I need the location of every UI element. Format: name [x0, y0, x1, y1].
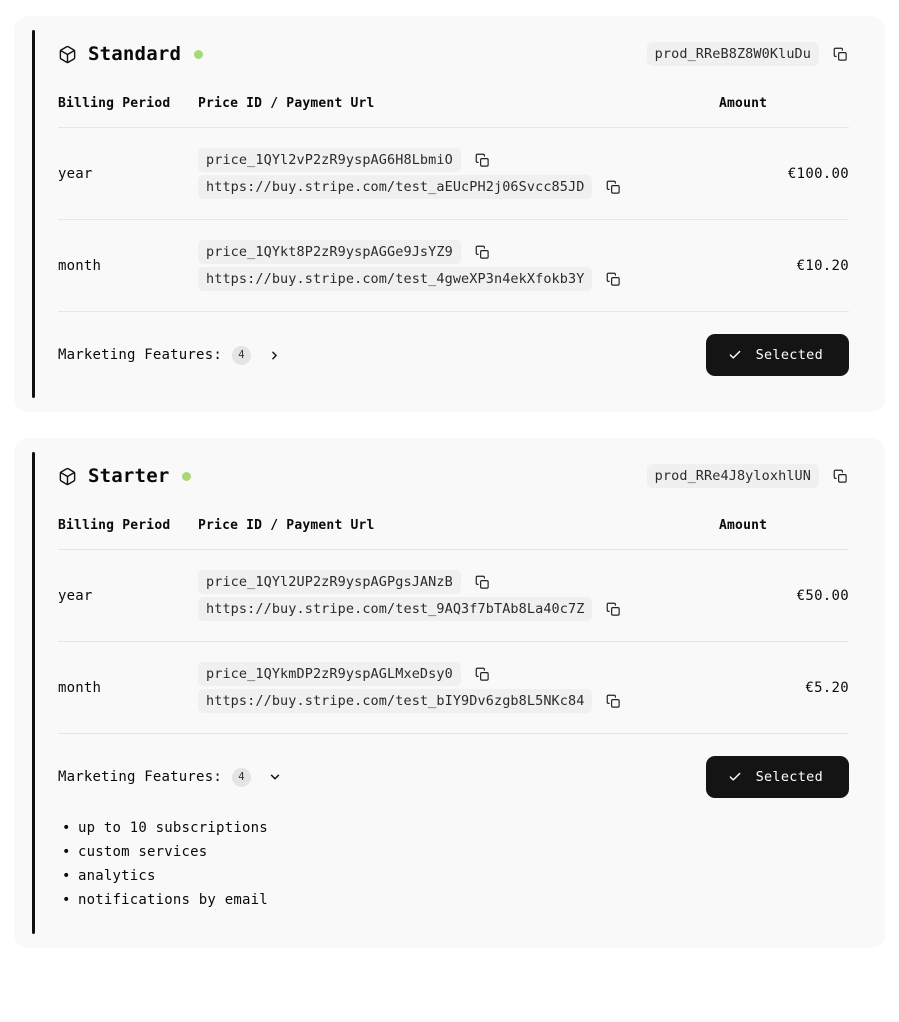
product-id-group: prod_RReB8Z8W0KluDu — [646, 42, 849, 66]
copy-price-id-icon[interactable] — [474, 574, 491, 591]
price-table-head: Billing Period Price ID / Payment Url Am… — [58, 518, 849, 550]
cell-price-identifiers: price_1QYkmDP2zR9yspAGLMxeDsy0 https://b… — [198, 642, 719, 734]
cell-amount: €50.00 — [796, 587, 849, 604]
list-item: notifications by email — [58, 888, 849, 912]
payment-url-row: https://buy.stripe.com/test_bIY9Dv6zgb8L… — [198, 689, 719, 713]
marketing-features-label: Marketing Features: — [58, 347, 222, 363]
marketing-features-toggle[interactable]: Marketing Features: 4 — [58, 767, 283, 787]
product-name: Starter — [88, 465, 170, 487]
cell-billing-period: month — [58, 679, 102, 696]
product-title-group: Starter — [58, 465, 192, 487]
payment-url-row: https://buy.stripe.com/test_aEUcPH2j06Sv… — [198, 175, 719, 199]
product-name: Standard — [88, 43, 182, 65]
payment-url-row: https://buy.stripe.com/test_9AQ3f7bTAb8L… — [198, 597, 719, 621]
copy-price-id-icon[interactable] — [474, 666, 491, 683]
price-table-body: year price_1QYl2UP2zR9yspAGPgsJANzB http… — [58, 549, 849, 734]
product-title-group: Standard — [58, 43, 204, 65]
list-item: up to 10 subscriptions — [58, 816, 849, 840]
price-id-row: price_1QYl2UP2zR9yspAGPgsJANzB — [198, 570, 719, 594]
card-header: Standard prod_RReB8Z8W0KluDu — [58, 42, 849, 66]
chevron-down-icon[interactable] — [267, 769, 283, 785]
status-dot — [182, 471, 192, 481]
select-plan-button-label: Selected — [755, 769, 823, 785]
column-header-price-id: Price ID / Payment Url — [198, 518, 375, 533]
status-dot — [194, 49, 204, 59]
product-card-starter: Starter prod_RRe4J8yloxhlUN Billing Peri… — [14, 438, 885, 948]
price-id-badge: price_1QYkmDP2zR9yspAGLMxeDsy0 — [198, 662, 461, 686]
check-icon — [728, 348, 742, 362]
cell-amount: €10.20 — [796, 257, 849, 274]
price-id-badge: price_1QYkt8P2zR9yspAGGe9JsYZ9 — [198, 240, 461, 264]
marketing-features-toggle[interactable]: Marketing Features: 4 — [58, 345, 283, 365]
product-id-group: prod_RRe4J8yloxhlUN — [646, 464, 849, 488]
cell-billing-period: month — [58, 257, 102, 274]
price-table: Billing Period Price ID / Payment Url Am… — [58, 518, 849, 733]
price-table-header-row: Billing Period Price ID / Payment Url Am… — [58, 96, 849, 128]
copy-payment-url-icon[interactable] — [605, 179, 622, 196]
payment-url-badge[interactable]: https://buy.stripe.com/test_4gweXP3n4ekX… — [198, 267, 593, 291]
select-plan-button[interactable]: Selected — [705, 334, 849, 376]
table-row: year price_1QYl2vP2zR9yspAG6H8LbmiO http… — [58, 127, 849, 220]
copy-payment-url-icon[interactable] — [605, 601, 622, 618]
card-accent-bar — [32, 452, 35, 934]
cell-billing-period: year — [58, 587, 93, 604]
cell-price-identifiers: price_1QYl2vP2zR9yspAG6H8LbmiO https://b… — [198, 128, 719, 220]
chevron-right-icon[interactable] — [267, 347, 283, 363]
table-row: year price_1QYl2UP2zR9yspAGPgsJANzB http… — [58, 549, 849, 642]
column-header-amount: Amount — [719, 96, 768, 111]
payment-url-badge[interactable]: https://buy.stripe.com/test_aEUcPH2j06Sv… — [198, 175, 593, 199]
price-table: Billing Period Price ID / Payment Url Am… — [58, 96, 849, 311]
column-header-price-id: Price ID / Payment Url — [198, 96, 375, 111]
product-id-badge: prod_RReB8Z8W0KluDu — [646, 42, 819, 66]
marketing-features-list: up to 10 subscriptions custom services a… — [58, 816, 849, 912]
list-item: analytics — [58, 864, 849, 888]
column-header-amount: Amount — [719, 518, 768, 533]
card-header: Starter prod_RRe4J8yloxhlUN — [58, 464, 849, 488]
copy-payment-url-icon[interactable] — [605, 693, 622, 710]
cell-price-identifiers: price_1QYl2UP2zR9yspAGPgsJANzB https://b… — [198, 550, 719, 642]
table-row: month price_1QYkmDP2zR9yspAGLMxeDsy0 htt… — [58, 641, 849, 734]
cell-amount: €100.00 — [787, 165, 849, 182]
price-id-row: price_1QYkmDP2zR9yspAGLMxeDsy0 — [198, 662, 719, 686]
copy-product-id-icon[interactable] — [832, 468, 849, 485]
card-footer: Marketing Features: 4 Selected — [58, 311, 849, 376]
product-pricing-page: Standard prod_RReB8Z8W0KluDu Billing Per… — [0, 0, 899, 1022]
copy-payment-url-icon[interactable] — [605, 271, 622, 288]
cell-price-identifiers: price_1QYkt8P2zR9yspAGGe9JsYZ9 https://b… — [198, 220, 719, 312]
package-cube-icon — [58, 467, 77, 486]
marketing-features-count-badge: 4 — [231, 767, 251, 787]
payment-url-badge[interactable]: https://buy.stripe.com/test_9AQ3f7bTAb8L… — [198, 597, 593, 621]
price-id-row: price_1QYl2vP2zR9yspAG6H8LbmiO — [198, 148, 719, 172]
marketing-features-label: Marketing Features: — [58, 769, 222, 785]
marketing-features-count-badge: 4 — [231, 345, 251, 365]
price-table-head: Billing Period Price ID / Payment Url Am… — [58, 96, 849, 128]
cell-billing-period: year — [58, 165, 93, 182]
payment-url-row: https://buy.stripe.com/test_4gweXP3n4ekX… — [198, 267, 719, 291]
price-id-badge: price_1QYl2vP2zR9yspAG6H8LbmiO — [198, 148, 461, 172]
column-header-billing-period: Billing Period — [58, 96, 171, 111]
cell-amount: €5.20 — [805, 679, 849, 696]
copy-price-id-icon[interactable] — [474, 244, 491, 261]
select-plan-button-label: Selected — [755, 347, 823, 363]
table-row: month price_1QYkt8P2zR9yspAGGe9JsYZ9 htt… — [58, 219, 849, 312]
product-id-badge: prod_RRe4J8yloxhlUN — [646, 464, 819, 488]
product-card-standard: Standard prod_RReB8Z8W0KluDu Billing Per… — [14, 16, 885, 412]
price-table-header-row: Billing Period Price ID / Payment Url Am… — [58, 518, 849, 550]
payment-url-badge[interactable]: https://buy.stripe.com/test_bIY9Dv6zgb8L… — [198, 689, 593, 713]
copy-price-id-icon[interactable] — [474, 152, 491, 169]
column-header-billing-period: Billing Period — [58, 518, 171, 533]
package-cube-icon — [58, 45, 77, 64]
price-id-badge: price_1QYl2UP2zR9yspAGPgsJANzB — [198, 570, 461, 594]
price-table-body: year price_1QYl2vP2zR9yspAG6H8LbmiO http… — [58, 127, 849, 312]
check-icon — [728, 770, 742, 784]
card-accent-bar — [32, 30, 35, 398]
copy-product-id-icon[interactable] — [832, 46, 849, 63]
list-item: custom services — [58, 840, 849, 864]
price-id-row: price_1QYkt8P2zR9yspAGGe9JsYZ9 — [198, 240, 719, 264]
card-footer: Marketing Features: 4 Selected — [58, 733, 849, 798]
select-plan-button[interactable]: Selected — [705, 756, 849, 798]
